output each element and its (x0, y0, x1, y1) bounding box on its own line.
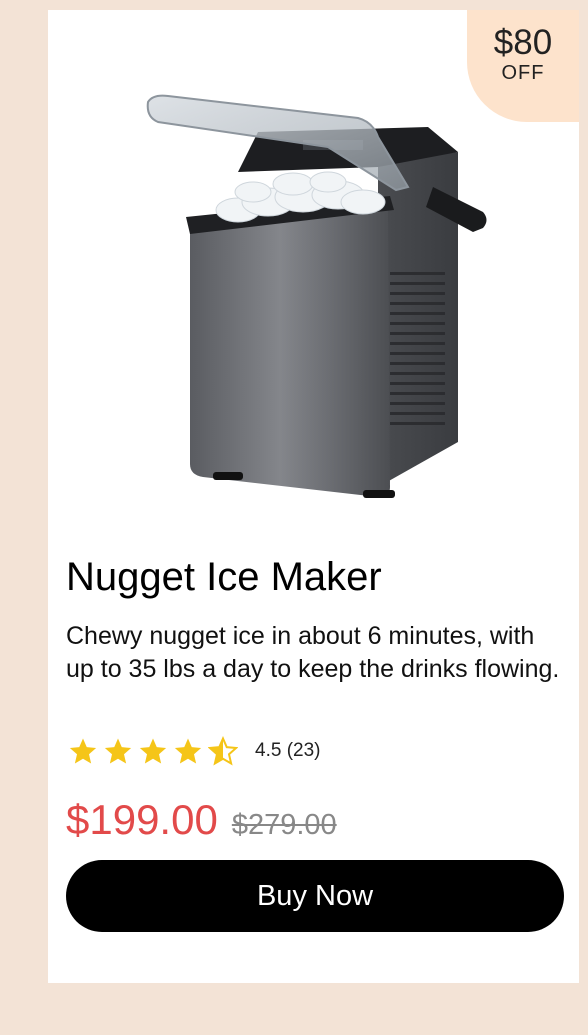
star-half-icon (208, 736, 238, 766)
product-description: Chewy nugget ice in about 6 minutes, wit… (66, 622, 560, 683)
star-full-icon (69, 738, 97, 764)
discount-label: OFF (501, 62, 545, 84)
price-block: $199.00 $279.00 (66, 796, 337, 844)
star-full-icon (104, 738, 132, 764)
product-card: $80 OFF Nugget Ice Maker Chewy nugget ic… (48, 10, 579, 983)
buy-now-button[interactable]: Buy Now (66, 860, 564, 932)
product-title: Nugget Ice Maker (66, 555, 382, 599)
star-full-icon (139, 738, 167, 764)
original-price: $279.00 (231, 809, 337, 841)
product-image[interactable] (128, 92, 508, 512)
discount-amount: $80 (493, 23, 553, 62)
rating-summary: 4.5 (23) (255, 740, 321, 761)
sale-price: $199.00 (66, 796, 218, 843)
star-full-icon (174, 738, 202, 764)
product-rating: 4.5 (23) (68, 736, 320, 766)
